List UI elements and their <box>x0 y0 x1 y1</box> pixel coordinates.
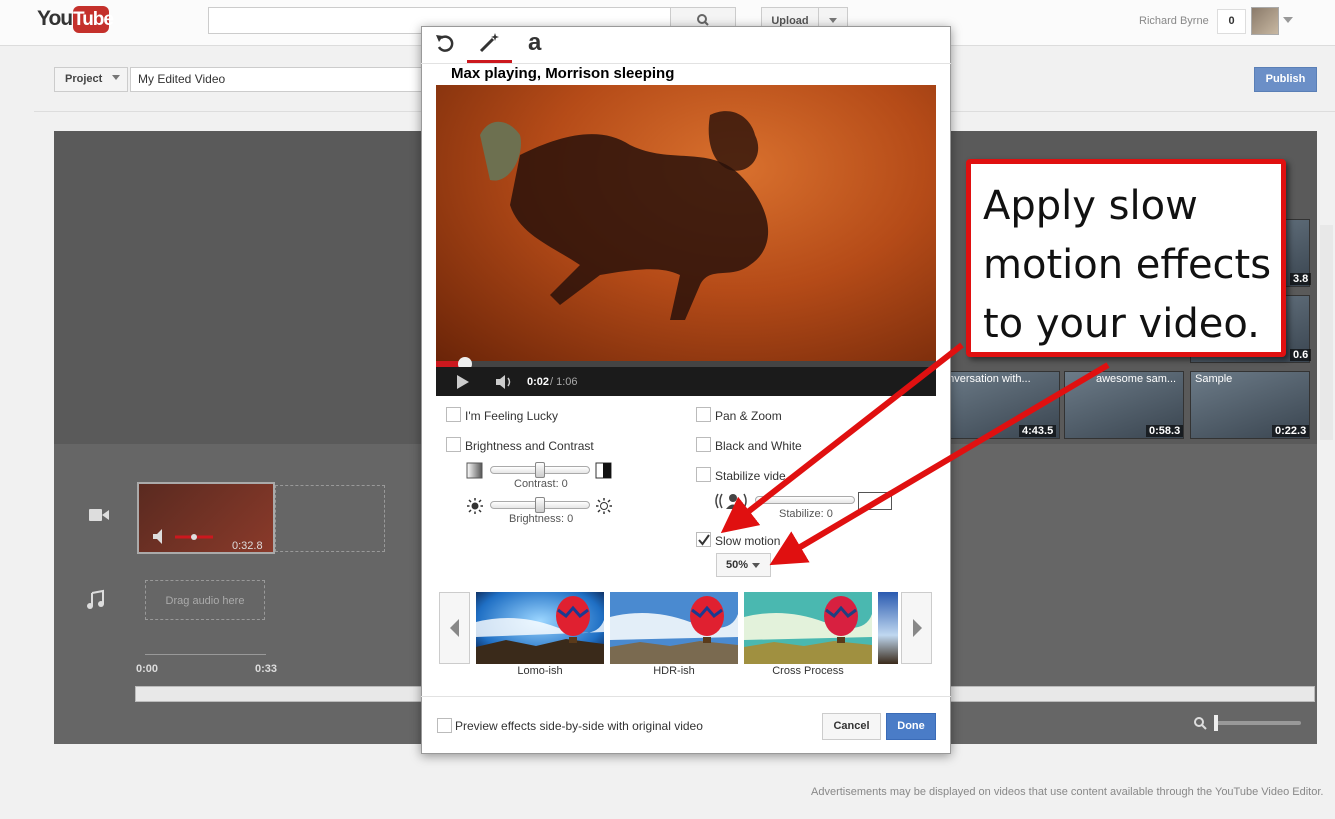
brightness-slider-thumb[interactable] <box>535 497 545 513</box>
black-white-checkbox[interactable] <box>696 437 711 452</box>
library-duration: 0.6 <box>1290 349 1312 361</box>
library-title: awesome sam... <box>1096 373 1177 385</box>
library-duration: 4:43.5 <box>1019 425 1057 437</box>
rotate-icon <box>436 35 454 52</box>
low-brightness-icon <box>467 498 483 514</box>
timeline-ruler <box>145 654 266 655</box>
project-name-field[interactable]: My Edited Video <box>130 67 430 92</box>
done-button[interactable]: Done <box>886 713 936 740</box>
high-brightness-icon <box>596 498 612 514</box>
feeling-lucky-label: I'm Feeling Lucky <box>465 409 558 423</box>
video-content-image <box>480 111 769 320</box>
feeling-lucky-checkbox[interactable] <box>446 407 461 422</box>
brightness-contrast-label: Brightness and Contrast <box>465 439 594 453</box>
video-duration: / 1:06 <box>550 376 578 388</box>
filter-lomo-thumbnail <box>476 592 604 664</box>
side-by-side-checkbox[interactable] <box>437 718 452 733</box>
video-title: Max playing, Morrison sleeping <box>451 65 675 82</box>
library-title: onversation with... <box>942 373 1031 385</box>
account-dropdown-icon[interactable] <box>1283 17 1293 23</box>
slow-motion-speed-select[interactable]: 50% <box>716 553 771 577</box>
contrast-value: Contrast: 0 <box>514 478 568 490</box>
stabilize-checkbox[interactable] <box>696 467 711 482</box>
footer-note: Advertisements may be displayed on video… <box>811 786 1324 798</box>
magic-wand-icon <box>479 33 499 53</box>
chevron-down-icon <box>112 75 121 80</box>
filter-cross-process[interactable] <box>744 592 872 664</box>
timeline-drop-slot[interactable] <box>275 485 385 552</box>
music-note-icon <box>87 589 104 609</box>
tab-text[interactable]: a <box>516 28 556 62</box>
zoom-slider[interactable] <box>1215 721 1301 725</box>
filter-cross-process-thumbnail <box>744 592 872 664</box>
black-white-label: Black and White <box>715 439 802 453</box>
slow-motion-label: Slow motion <box>715 534 781 548</box>
checkmark-icon <box>698 534 710 546</box>
high-contrast-icon <box>595 462 612 479</box>
chevron-down-icon <box>752 563 760 568</box>
library-title: Sample <box>1195 373 1233 385</box>
pan-zoom-label: Pan & Zoom <box>715 409 782 423</box>
brightness-contrast-checkbox[interactable] <box>446 437 461 452</box>
project-menu-label: Project <box>65 73 103 85</box>
library-duration: 3.8 <box>1290 273 1312 285</box>
filter-prev-button[interactable] <box>439 592 470 664</box>
slow-motion-checkbox[interactable] <box>696 532 711 547</box>
chevron-left-icon <box>450 619 459 637</box>
library-duration: 0:58.3 <box>1146 425 1184 437</box>
user-name[interactable]: Richard Byrne <box>1139 15 1209 27</box>
publish-button[interactable]: Publish <box>1254 67 1317 92</box>
zoom-slider-thumb[interactable] <box>1214 715 1218 731</box>
youtube-logo-you[interactable]: You <box>37 7 73 31</box>
timeline-start-time: 0:00 <box>136 663 159 675</box>
library-scrollbar[interactable] <box>1320 225 1333 440</box>
low-contrast-icon <box>466 462 483 479</box>
zoom-icon <box>1194 717 1207 730</box>
notification-count[interactable]: 0 <box>1217 9 1246 34</box>
stabilize-label: Stabilize vide <box>715 469 786 483</box>
filter-partial-thumbnail[interactable] <box>878 592 898 664</box>
audio-drop-zone[interactable]: Drag audio here <box>145 580 265 620</box>
svg-text:a: a <box>528 29 542 56</box>
text-icon: a <box>528 29 542 56</box>
avatar[interactable] <box>1251 7 1279 35</box>
filter-hdr-label: HDR-ish <box>653 665 695 677</box>
timeline-end-time: 0:33 <box>255 663 278 675</box>
tab-rotate[interactable] <box>428 28 468 62</box>
pan-zoom-checkbox[interactable] <box>696 407 711 422</box>
dialog-footer-divider <box>421 696 951 697</box>
contrast-slider-thumb[interactable] <box>535 462 545 478</box>
clip-duration: 0:32.8 <box>232 540 263 552</box>
stabilize-slider[interactable] <box>755 496 855 504</box>
filter-next-button[interactable] <box>901 592 932 664</box>
project-menu-button[interactable]: Project <box>54 67 128 92</box>
filter-hdr-ish[interactable] <box>610 592 738 664</box>
play-icon[interactable] <box>457 375 469 389</box>
volume-icon[interactable] <box>495 375 515 389</box>
filter-cross-process-label: Cross Process <box>772 665 844 677</box>
tab-effects[interactable] <box>470 28 510 62</box>
chevron-right-icon <box>913 619 922 637</box>
filter-hdr-thumbnail <box>610 592 738 664</box>
cancel-button[interactable]: Cancel <box>822 713 881 740</box>
annotation-text: Apply slow motion effects to your video. <box>983 183 1272 347</box>
filter-lomo-ish[interactable] <box>476 592 604 664</box>
tab-divider <box>421 63 951 64</box>
current-time: 0:02 <box>527 376 550 388</box>
video-camera-icon <box>89 509 109 521</box>
brightness-value: Brightness: 0 <box>509 513 574 525</box>
stabilize-value: Stabilize: 0 <box>779 508 833 520</box>
stabilize-preview-box <box>858 492 892 510</box>
side-by-side-label: Preview effects side-by-side with origin… <box>455 719 703 733</box>
youtube-logo-tube[interactable]: Tube <box>73 6 114 33</box>
library-duration: 0:22.3 <box>1272 425 1310 437</box>
filter-lomo-label: Lomo-ish <box>517 665 563 677</box>
stabilize-icon <box>715 493 747 509</box>
